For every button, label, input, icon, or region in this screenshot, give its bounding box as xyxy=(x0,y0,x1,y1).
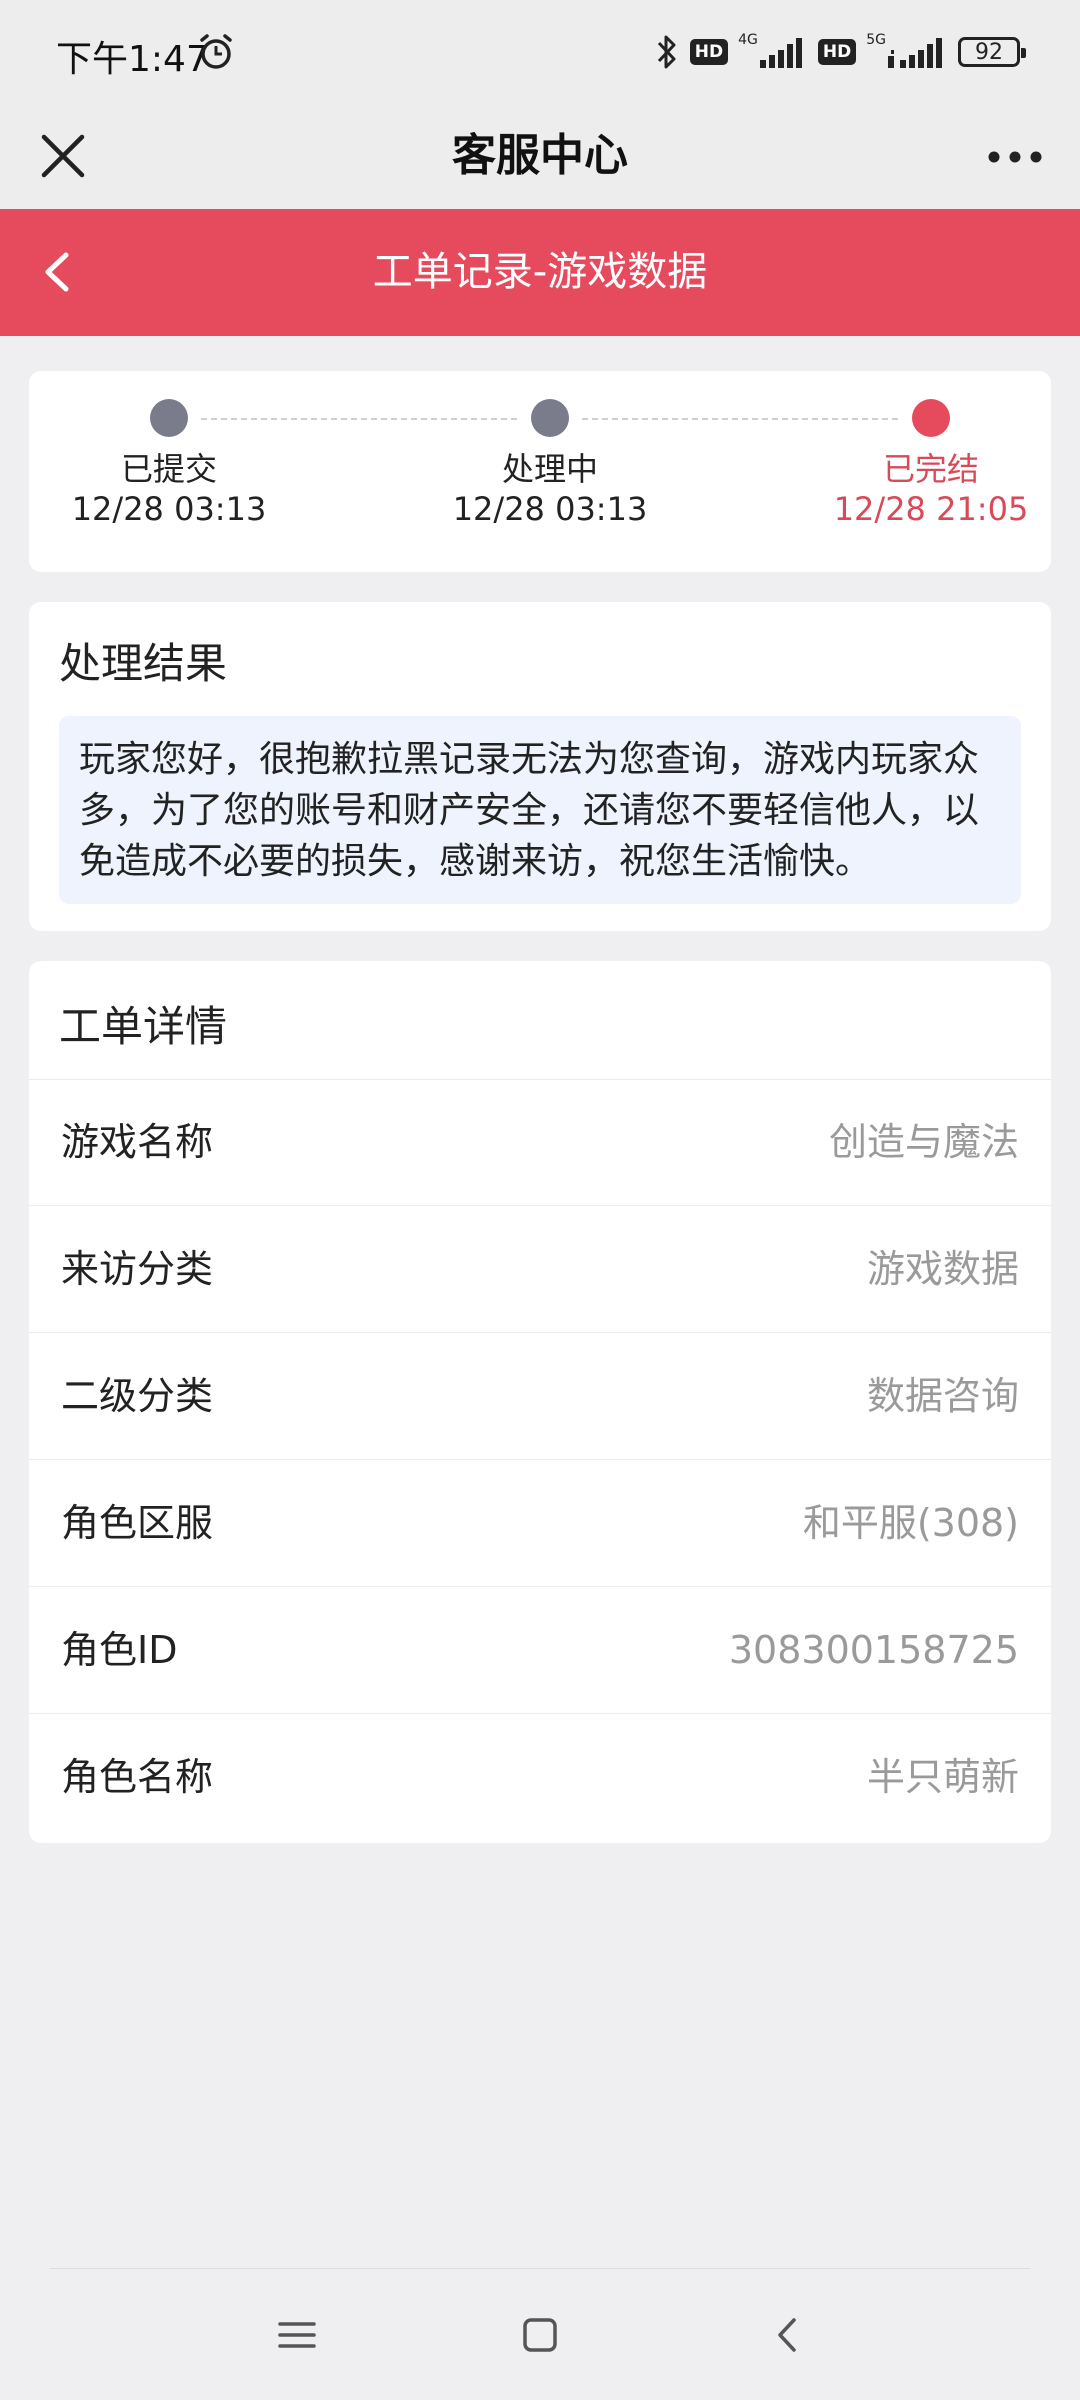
step-dot xyxy=(150,399,188,437)
detail-key: 二级分类 xyxy=(61,1374,214,1418)
detail-card: 工单详情 游戏名称 创造与魔法 来访分类 游戏数据 二级分类 数据咨询 角色区服… xyxy=(29,961,1051,1843)
detail-row-role-id: 角色ID 308300158725 xyxy=(29,1587,1051,1714)
step-label: 已完结 xyxy=(882,450,979,488)
result-text: 玩家您好，很抱歉拉黑记录无法为您查询，游戏内玩家众多，为了您的账号和财产安全，还… xyxy=(59,716,1021,904)
more-icon[interactable] xyxy=(980,129,1050,185)
detail-row-server: 角色区服 和平服(308) xyxy=(29,1460,1051,1587)
detail-value: 数据咨询 xyxy=(866,1374,1019,1418)
bottom-divider xyxy=(50,2268,1030,2269)
signal-icon-2 xyxy=(888,38,942,68)
detail-row-role-name: 角色名称 半只萌新 xyxy=(29,1714,1051,1840)
detail-key: 游戏名称 xyxy=(61,1120,214,1164)
detail-row-game-name: 游戏名称 创造与魔法 xyxy=(29,1079,1051,1206)
network-type-label: 4G xyxy=(738,32,758,48)
result-card: 处理结果 玩家您好，很抱歉拉黑记录无法为您查询，游戏内玩家众多，为了您的账号和财… xyxy=(29,602,1051,931)
detail-value: 创造与魔法 xyxy=(828,1120,1019,1164)
step-submitted: 已提交 12/28 03:13 xyxy=(39,399,299,529)
step-time: 12/28 21:05 xyxy=(833,490,1029,528)
hd-badge: HD xyxy=(689,39,729,65)
step-time: 12/28 03:13 xyxy=(71,490,267,528)
detail-key: 角色区服 xyxy=(61,1501,214,1545)
progress-card: 已提交 12/28 03:13 处理中 12/28 03:13 已完结 12/2… xyxy=(29,371,1051,572)
detail-key: 来访分类 xyxy=(61,1247,214,1291)
detail-key: 角色名称 xyxy=(61,1755,214,1799)
bluetooth-icon xyxy=(657,35,676,69)
step-completed: 已完结 12/28 21:05 xyxy=(801,399,1061,529)
step-dot xyxy=(912,399,950,437)
detail-value: 308300158725 xyxy=(728,1628,1019,1672)
detail-value: 和平服(308) xyxy=(802,1501,1019,1545)
step-processing: 处理中 12/28 03:13 xyxy=(420,399,680,529)
ticket-header-title: 工单记录-游戏数据 xyxy=(372,249,708,295)
detail-value: 游戏数据 xyxy=(866,1247,1019,1291)
network-type-label-2: 5G xyxy=(866,32,886,48)
system-navigation-bar xyxy=(0,2270,1080,2400)
hd-badge-2: HD xyxy=(817,39,857,65)
step-label: 处理中 xyxy=(501,450,598,488)
step-time: 12/28 03:13 xyxy=(452,490,648,528)
step-dot xyxy=(531,399,569,437)
detail-row-subcategory: 二级分类 数据咨询 xyxy=(29,1333,1051,1460)
signal-icon xyxy=(759,38,802,68)
detail-header: 工单详情 xyxy=(29,961,1051,1080)
step-label: 已提交 xyxy=(120,450,217,488)
detail-title: 工单详情 xyxy=(59,1002,228,1051)
ticket-header: 工单记录-游戏数据 xyxy=(0,209,1080,336)
status-bar: 下午1:47 HD 4G HD 5G 92 xyxy=(0,0,1080,105)
battery-level: 92 xyxy=(975,39,1003,65)
status-icons: HD 4G HD 5G 92 xyxy=(654,30,1026,74)
detail-value: 半只萌新 xyxy=(866,1755,1019,1799)
top-navigation: 客服中心 xyxy=(0,105,1080,209)
page-title: 客服中心 xyxy=(452,130,628,181)
home-icon[interactable] xyxy=(515,2310,565,2360)
menu-icon[interactable] xyxy=(272,2310,322,2360)
nav-back-icon[interactable] xyxy=(763,2310,813,2360)
detail-key: 角色ID xyxy=(61,1628,178,1672)
result-title: 处理结果 xyxy=(59,639,228,688)
alarm-icon xyxy=(200,34,232,69)
status-time: 下午1:47 xyxy=(56,39,209,80)
detail-row-category: 来访分类 游戏数据 xyxy=(29,1206,1051,1333)
battery-icon: 92 xyxy=(958,37,1026,67)
